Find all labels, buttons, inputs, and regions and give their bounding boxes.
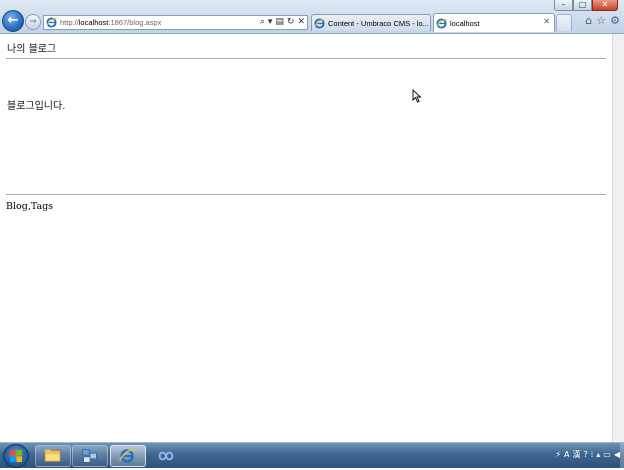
browser-chrome: – □ ✕ ← → http://localhost:1867/blog.asp…	[0, 0, 624, 34]
windows-logo-icon	[10, 450, 22, 462]
tray-options-icon[interactable]: ⁞	[591, 449, 594, 461]
folder-icon	[44, 449, 61, 462]
stop-icon[interactable]: ✕	[297, 17, 305, 28]
home-icon[interactable]: ⌂	[585, 15, 592, 27]
address-tools: ⌕ ▾ ▤ ↻ ✕	[260, 17, 305, 28]
minimize-button[interactable]: –	[554, 0, 573, 11]
ie-tab-icon	[314, 17, 325, 29]
ie-tab-icon	[436, 17, 447, 29]
infinity-icon	[158, 451, 174, 461]
favorites-icon[interactable]: ☆	[596, 15, 606, 27]
tab-localhost[interactable]: localhost ✕	[433, 13, 555, 32]
taskbar-explorer-button[interactable]	[35, 445, 71, 467]
tray-help-icon[interactable]: ?	[583, 449, 587, 461]
tray-network-icon[interactable]: ▭	[603, 449, 611, 461]
site-title: 나의 블로그	[7, 44, 57, 55]
tray-expand-icon[interactable]: ▴	[596, 449, 600, 461]
taskbar-app-button[interactable]	[72, 445, 108, 467]
tray-ime-mode-icon[interactable]: A	[564, 449, 569, 461]
header-divider	[6, 58, 606, 59]
taskbar-vs-button[interactable]	[148, 445, 184, 467]
body-text: 블로그입니다.	[7, 101, 66, 112]
browser-toolbar-icons: ⌂ ☆ ⚙	[585, 15, 620, 27]
url-text[interactable]: http://localhost:1867/blog.aspx	[60, 18, 161, 27]
dropdown-icon[interactable]: ▾	[268, 17, 273, 28]
refresh-icon[interactable]: ↻	[287, 17, 295, 28]
tab-title: localhost	[450, 18, 480, 28]
system-tray: ⚡ A 漢 ? ⁞ ▴ ▭ ◀	[555, 449, 620, 461]
footer-text: Blog,Tags	[6, 201, 54, 212]
tab-umbraco[interactable]: Content - Umbraco CMS - lo...	[311, 14, 431, 31]
tools-icon[interactable]: ⚙	[610, 15, 620, 27]
vertical-scrollbar[interactable]	[612, 34, 624, 442]
tab-title: Content - Umbraco CMS - lo...	[328, 18, 429, 28]
internet-explorer-icon	[119, 449, 136, 463]
compatibility-icon[interactable]: ▤	[275, 17, 284, 28]
taskbar-ie-button[interactable]	[110, 445, 146, 467]
tray-power-icon[interactable]: ⚡	[555, 449, 561, 461]
address-bar[interactable]: http://localhost:1867/blog.aspx ⌕ ▾ ▤ ↻ …	[43, 15, 308, 30]
footer-divider	[6, 194, 606, 195]
search-icon[interactable]: ⌕	[260, 17, 265, 28]
network-app-icon	[82, 449, 97, 463]
mouse-cursor-icon	[412, 89, 422, 103]
close-tab-icon[interactable]: ✕	[543, 17, 550, 26]
back-button[interactable]: ←	[2, 10, 24, 32]
maximize-button[interactable]: □	[573, 0, 592, 11]
tray-hanja-icon[interactable]: 漢	[572, 449, 580, 461]
taskbar: ⚡ A 漢 ? ⁞ ▴ ▭ ◀	[0, 442, 624, 469]
page-content: 나의 블로그 블로그입니다. Blog,Tags	[0, 34, 612, 442]
window-controls: – □ ✕	[554, 0, 618, 11]
forward-button[interactable]: →	[25, 14, 41, 30]
ie-page-icon	[46, 17, 57, 28]
start-button[interactable]	[3, 444, 29, 468]
show-desktop-button[interactable]	[620, 443, 624, 469]
new-tab-button[interactable]	[556, 14, 572, 31]
close-button[interactable]: ✕	[592, 0, 618, 11]
